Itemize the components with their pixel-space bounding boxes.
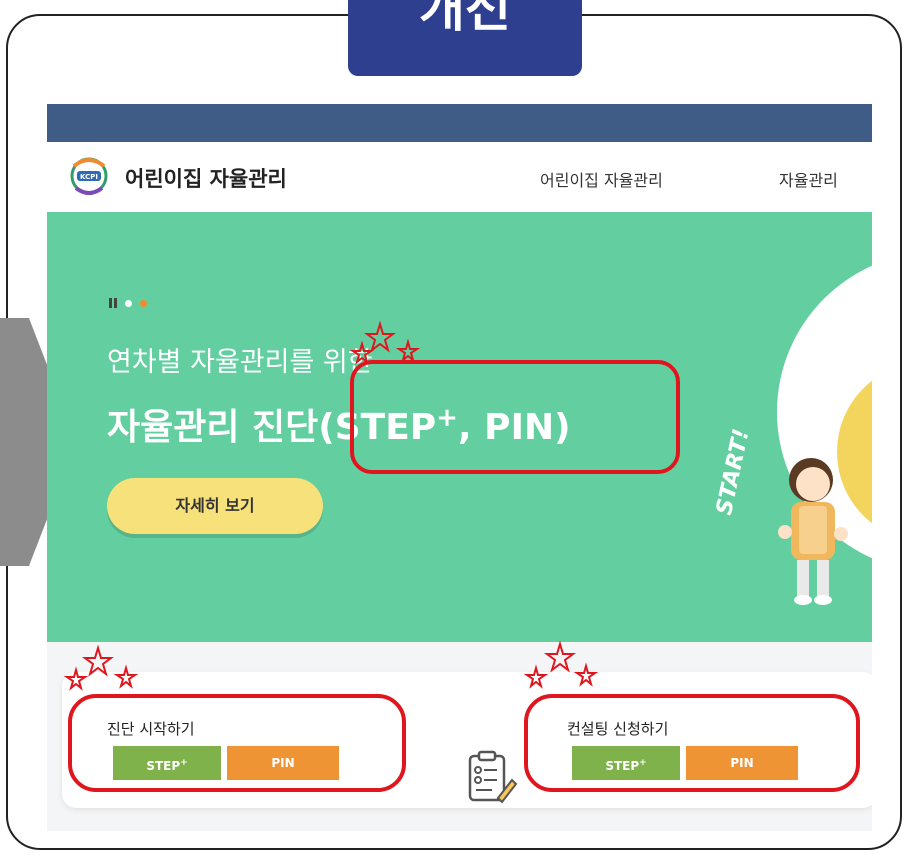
banner-title-text: 개선 bbox=[419, 0, 511, 38]
detail-button[interactable]: 자세히 보기 bbox=[107, 478, 323, 534]
star-icon bbox=[63, 644, 139, 691]
hero-subtitle: 연차별 자율관리를 위한 bbox=[107, 347, 373, 378]
nav-item-autonomy[interactable]: 자율관리 bbox=[779, 167, 838, 191]
hero-highlight-box bbox=[350, 360, 680, 474]
diagnosis-highlight-box bbox=[68, 694, 406, 792]
annotated-screenshot: 개선 KCPI 어린이집 자율관리 어린이집 자율관리 자율관리 연차별 자율관… bbox=[0, 0, 909, 855]
document-pen-icon bbox=[468, 750, 518, 804]
slider-dot-active[interactable] bbox=[140, 299, 147, 307]
logo-text: KCPI bbox=[80, 173, 98, 181]
girl-illustration-icon bbox=[778, 458, 848, 605]
consulting-highlight-box bbox=[524, 694, 860, 792]
start-badge: START! bbox=[712, 426, 755, 518]
pause-icon[interactable] bbox=[109, 298, 117, 308]
banner-title: 개선 bbox=[348, 0, 582, 76]
top-bar bbox=[47, 104, 872, 142]
slider-dot[interactable] bbox=[125, 299, 132, 307]
star-icon bbox=[523, 640, 599, 689]
kcpi-logo-icon[interactable]: KCPI bbox=[64, 154, 114, 198]
site-title[interactable]: 어린이집 자율관리 bbox=[125, 163, 287, 193]
slider-controls bbox=[109, 298, 147, 308]
star-icon bbox=[350, 320, 421, 365]
header: KCPI 어린이집 자율관리 어린이집 자율관리 자율관리 bbox=[47, 142, 872, 212]
nav-item-autonomy-daycare[interactable]: 어린이집 자율관리 bbox=[540, 167, 663, 191]
